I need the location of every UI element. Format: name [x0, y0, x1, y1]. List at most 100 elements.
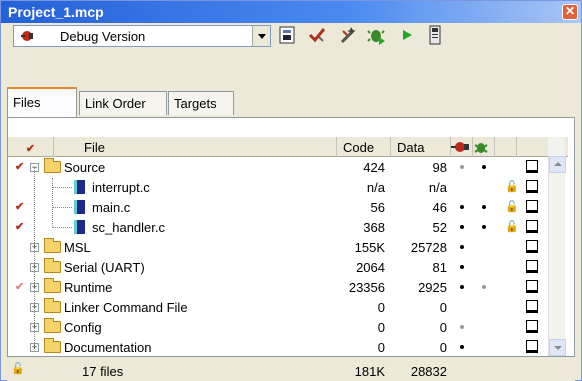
file-name: interrupt.c [92, 180, 150, 195]
folder-icon [44, 298, 61, 313]
folder-row[interactable]: + Serial (UART) 2064 81 [8, 258, 548, 276]
debug-run-icon[interactable] [367, 25, 387, 45]
folder-name: Serial (UART) [64, 260, 145, 275]
data-size: 52 [432, 220, 447, 235]
tab-files[interactable]: Files [7, 87, 77, 118]
bug-icon [474, 143, 488, 153]
debug-flag-dot[interactable] [460, 245, 464, 249]
chevron-down-icon[interactable] [252, 26, 270, 46]
folder-row[interactable]: + Documentation 0 0 [8, 338, 548, 356]
file-row[interactable]: ✔ main.c 56 46 🔓 [8, 198, 548, 216]
debug-flag-dot[interactable] [460, 225, 464, 229]
tree-connector [52, 178, 53, 228]
touch-icon[interactable] [526, 300, 538, 313]
debug-flag-dot[interactable] [460, 325, 464, 329]
status-bar: 🔓 17 files 181K 28832 [7, 361, 575, 381]
folder-row[interactable]: ✔ − Source 424 98 [8, 158, 548, 176]
check-icon[interactable]: ✔ [15, 220, 24, 233]
vertical-scrollbar[interactable] [548, 156, 566, 356]
tab-link-order-label: Link Order [85, 96, 146, 111]
magic-wand-icon[interactable] [339, 25, 359, 45]
build-config-dropdown[interactable]: Debug Version [13, 25, 271, 47]
column-header-code[interactable]: Code [337, 137, 391, 157]
scroll-down-button[interactable] [549, 339, 566, 356]
column-header-lock[interactable] [495, 137, 517, 157]
target-flag-dot[interactable] [482, 165, 486, 169]
folder-row[interactable]: + MSL 155K 25728 [8, 238, 548, 256]
target-flag-dot[interactable] [482, 205, 486, 209]
data-size: 0 [439, 320, 447, 335]
close-button[interactable]: ✕ [562, 4, 578, 20]
c-file-icon [74, 200, 85, 214]
unlock-icon[interactable]: 🔓 [505, 200, 519, 213]
tab-targets[interactable]: Targets [168, 91, 234, 115]
touch-icon[interactable] [526, 340, 538, 353]
scroll-up-button[interactable] [549, 156, 566, 173]
unlock-icon[interactable]: 🔓 [505, 220, 519, 233]
folder-icon [44, 258, 61, 273]
debug-flag-dot[interactable] [460, 205, 464, 209]
folder-row[interactable]: ✔ + Runtime 23356 2925 [8, 278, 548, 296]
debug-flag-dot[interactable] [460, 165, 464, 169]
title-bar[interactable]: Project_1.mcp ✕ [1, 1, 581, 23]
column-header-debug[interactable] [451, 137, 473, 157]
file-row[interactable]: ✔ sc_handler.c 368 52 🔓 [8, 218, 548, 236]
status-code-total: 181K [354, 364, 385, 379]
touch-icon[interactable] [526, 160, 538, 173]
target-flag-dot[interactable] [482, 285, 486, 289]
code-size: 23356 [348, 280, 385, 295]
folder-name: Runtime [64, 280, 113, 295]
window-title: Project_1.mcp [8, 4, 104, 20]
device-icon[interactable] [425, 25, 445, 45]
folder-row[interactable]: + Config 0 0 [8, 318, 548, 336]
debug-flag-dot[interactable] [460, 285, 464, 289]
touch-icon[interactable] [526, 200, 538, 213]
touch-icon[interactable] [526, 240, 538, 253]
target-flag-dot[interactable] [482, 225, 486, 229]
column-header-file[interactable]: File [54, 137, 337, 157]
folder-icon [44, 278, 61, 293]
touch-icon[interactable] [526, 180, 538, 193]
lock-icon: 🔓 [11, 363, 25, 375]
folder-row[interactable]: + Linker Command File 0 0 [8, 298, 548, 316]
data-size: 0 [439, 300, 447, 315]
data-size: n/a [428, 180, 447, 195]
file-name: sc_handler.c [92, 220, 165, 235]
project-window: Project_1.mcp ✕ Debug Version Files Link… [0, 0, 582, 381]
folder-name: Config [64, 320, 102, 335]
tree-connector [52, 207, 72, 208]
run-icon[interactable] [397, 25, 417, 45]
unlock-icon[interactable]: 🔓 [505, 180, 519, 193]
status-data-total: 28832 [410, 364, 447, 379]
code-size: 0 [377, 340, 385, 355]
debug-target-icon [21, 31, 33, 41]
check-project-icon[interactable] [307, 25, 327, 45]
check-icon[interactable]: ✔ [15, 280, 24, 293]
column-header-data[interactable]: Data [391, 137, 451, 157]
column-header-check[interactable]: ✔ [8, 137, 54, 157]
debug-flag-dot[interactable] [460, 265, 464, 269]
touch-icon[interactable] [526, 320, 538, 333]
tree-connector [34, 167, 35, 347]
code-size: 155K [354, 240, 385, 255]
build-all-icon[interactable] [277, 25, 297, 45]
check-icon[interactable]: ✔ [15, 160, 24, 173]
folder-name: Documentation [64, 340, 152, 355]
code-size: 2064 [356, 260, 385, 275]
file-row[interactable]: interrupt.c n/a n/a 🔓 [8, 178, 548, 196]
c-file-icon [74, 220, 85, 234]
touch-icon[interactable] [526, 260, 538, 273]
c-file-icon [74, 180, 85, 194]
data-size: 46 [432, 200, 447, 215]
touch-icon[interactable] [526, 280, 538, 293]
tab-targets-label: Targets [174, 96, 217, 111]
check-icon[interactable]: ✔ [15, 200, 24, 213]
data-size: 81 [432, 260, 447, 275]
touch-icon[interactable] [526, 220, 538, 233]
folder-icon [44, 338, 61, 353]
debug-flag-dot[interactable] [460, 345, 464, 349]
code-size: 56 [370, 200, 385, 215]
column-header-bug[interactable] [473, 137, 495, 157]
tab-link-order[interactable]: Link Order [79, 91, 167, 115]
column-header-touch[interactable] [517, 137, 549, 157]
